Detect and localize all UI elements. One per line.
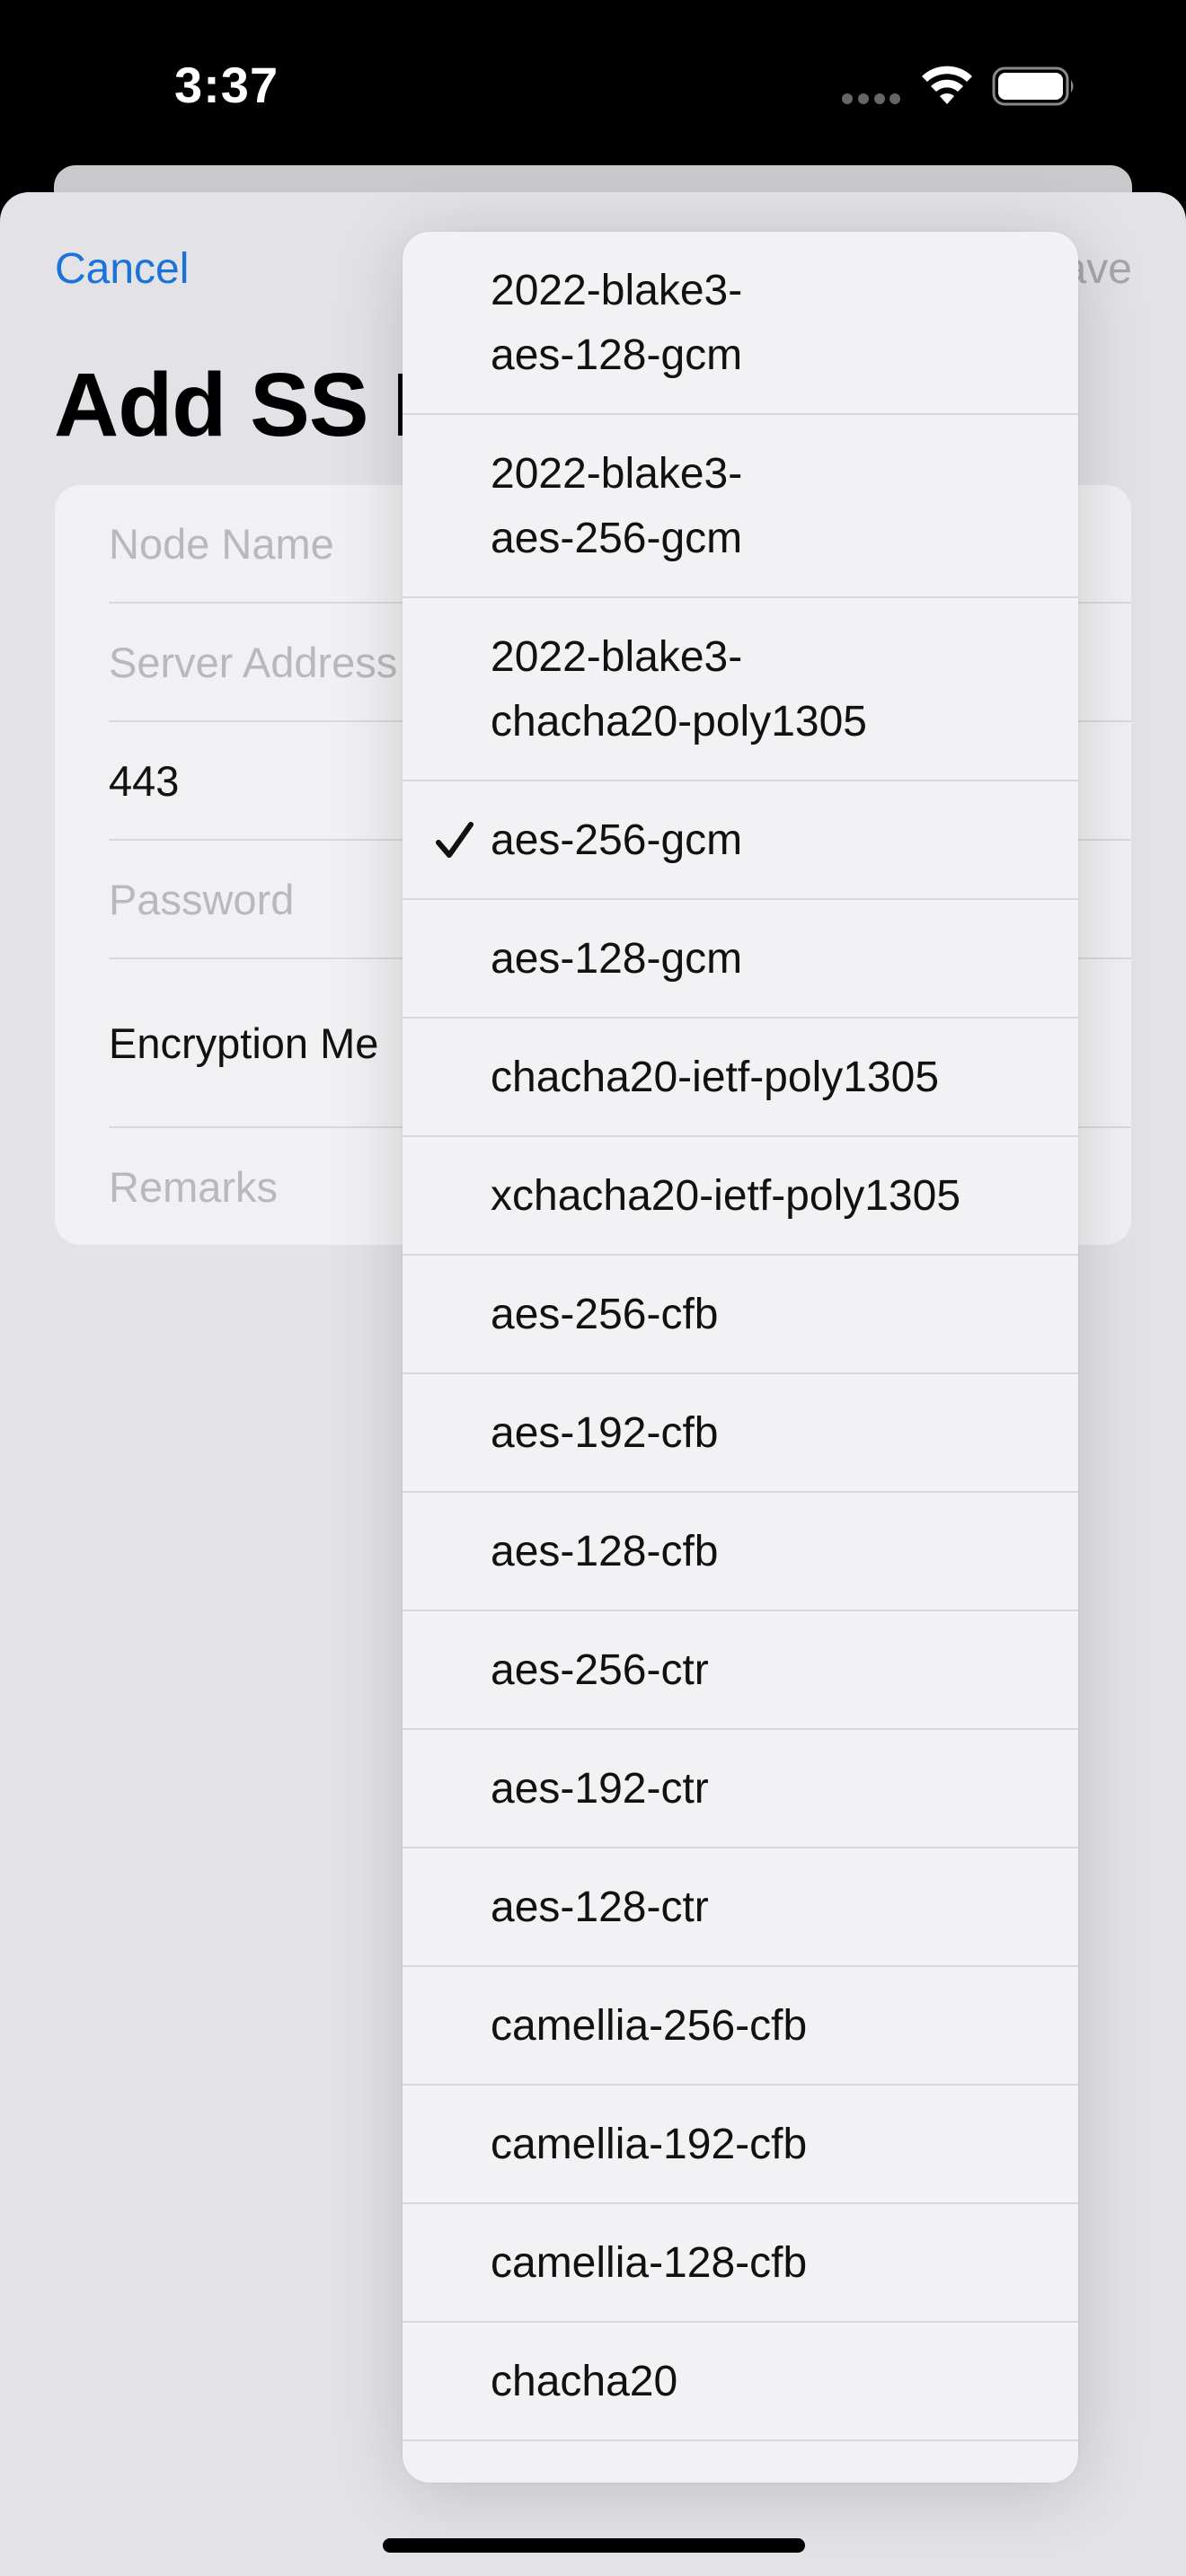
menu-item-label: aes-192-ctr	[491, 1765, 709, 1813]
menu-item-aes-192-ctr[interactable]: aes-192-ctr	[403, 1730, 1078, 1848]
menu-item-label: 2022-blake3- aes-256-gcm	[491, 450, 743, 562]
cancel-button[interactable]: Cancel	[55, 244, 189, 294]
menu-item-aes-128-ctr[interactable]: aes-128-ctr	[403, 1848, 1078, 1967]
menu-item-label: 2022-blake3- chacha20-poly1305	[491, 633, 867, 745]
menu-item-aes-192-cfb[interactable]: aes-192-cfb	[403, 1374, 1078, 1493]
menu-item-aes-256-cfb[interactable]: aes-256-cfb	[403, 1256, 1078, 1374]
checkmark-icon	[436, 822, 474, 858]
wifi-icon	[922, 66, 972, 104]
menu-item-aes-256-ctr[interactable]: aes-256-ctr	[403, 1611, 1078, 1730]
menu-item-aes-128-gcm[interactable]: aes-128-gcm	[403, 900, 1078, 1019]
menu-item-label: camellia-128-cfb	[491, 2239, 808, 2287]
menu-item-label: aes-256-gcm	[491, 816, 743, 864]
menu-item-chacha20-ietf-poly1305[interactable]: chacha20-ietf-poly1305	[403, 1019, 1078, 1137]
menu-item-label: aes-256-ctr	[491, 1646, 709, 1694]
signal-dots-icon	[842, 93, 900, 104]
battery-icon	[992, 66, 1074, 106]
home-indicator[interactable]	[383, 2538, 805, 2553]
menu-item-label: camellia-256-cfb	[491, 2002, 808, 2050]
menu-item-label: aes-128-gcm	[491, 935, 743, 983]
port-field[interactable]: 443	[109, 756, 179, 806]
menu-item-camellia-256-cfb[interactable]: camellia-256-cfb	[403, 1967, 1078, 2086]
node-name-field[interactable]: Node Name	[109, 519, 334, 569]
menu-item-label: chacha20-ietf-poly1305	[491, 1054, 940, 1101]
menu-item-label: aes-128-ctr	[491, 1883, 709, 1931]
page-title: Add SS N	[54, 355, 457, 455]
menu-item-aes-128-cfb[interactable]: aes-128-cfb	[403, 1493, 1078, 1611]
menu-item-chacha20[interactable]: chacha20	[403, 2323, 1078, 2441]
menu-item-label: chacha20	[491, 2358, 678, 2405]
menu-item-2022-blake3-aes-128-gcm[interactable]: 2022-blake3- aes-128-gcm	[403, 232, 1078, 415]
encryption-method-menu: 2022-blake3- aes-128-gcm 2022-blake3- ae…	[403, 232, 1078, 2483]
menu-item-2022-blake3-aes-256-gcm[interactable]: 2022-blake3- aes-256-gcm	[403, 415, 1078, 598]
menu-item-camellia-192-cfb[interactable]: camellia-192-cfb	[403, 2086, 1078, 2204]
remarks-field[interactable]: Remarks	[109, 1162, 278, 1212]
menu-item-2022-blake3-chacha20-poly1305[interactable]: 2022-blake3- chacha20-poly1305	[403, 598, 1078, 781]
status-bar: 3:37	[0, 0, 1186, 171]
menu-item-label: xchacha20-ietf-poly1305	[491, 1172, 961, 1220]
menu-item-label: aes-192-cfb	[491, 1409, 719, 1457]
encryption-method-label: Encryption Me	[109, 1019, 379, 1067]
menu-item-xchacha20-ietf-poly1305[interactable]: xchacha20-ietf-poly1305	[403, 1137, 1078, 1256]
menu-item-label: 2022-blake3- aes-128-gcm	[491, 267, 743, 379]
menu-item-label: camellia-192-cfb	[491, 2121, 808, 2168]
menu-item-camellia-128-cfb[interactable]: camellia-128-cfb	[403, 2204, 1078, 2323]
menu-item-partial[interactable]	[403, 2441, 1078, 2483]
password-field[interactable]: Password	[109, 875, 294, 924]
menu-item-label: aes-256-cfb	[491, 1291, 719, 1338]
menu-item-aes-256-gcm[interactable]: aes-256-gcm	[403, 781, 1078, 900]
status-time: 3:37	[174, 57, 279, 113]
menu-item-label: aes-128-cfb	[491, 1528, 719, 1575]
server-address-field[interactable]: Server Address	[109, 638, 397, 687]
